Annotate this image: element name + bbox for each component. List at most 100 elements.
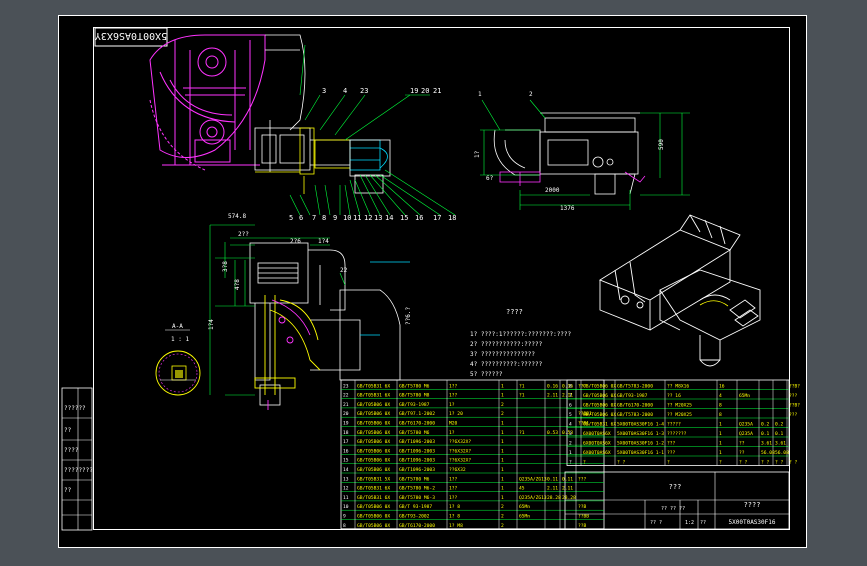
- table-cell: 0.53: [547, 430, 558, 436]
- table-cell: 1: [501, 467, 504, 473]
- table-cell: ???: [667, 450, 676, 456]
- table-cell: 1??: [449, 495, 458, 501]
- svg-text:2??: 2??: [238, 231, 249, 238]
- svg-text:7: 7: [312, 214, 316, 222]
- svg-text:21: 21: [433, 87, 441, 95]
- table-cell: GB/T05B06 0X: [583, 384, 616, 390]
- table-cell: GB/T05B06 0X: [357, 439, 390, 445]
- table-cell: GB/T5780 M6-3: [399, 495, 435, 501]
- table-cell: 6X00T0AS6X: [583, 431, 611, 437]
- table-cell: 12: [343, 486, 349, 492]
- table-cell: 0.11: [562, 476, 573, 482]
- svg-text:3?8: 3?8: [222, 261, 229, 272]
- note-line: 5? ??????: [470, 371, 503, 378]
- table-cell: 1: [501, 430, 504, 436]
- table-cell: GB/T05B31 6X: [357, 393, 390, 399]
- table-cell: ???: [789, 393, 798, 399]
- svg-text:13: 13: [374, 214, 382, 222]
- table-cell: 16: [719, 384, 725, 390]
- table-cell: 1: [501, 495, 504, 501]
- table-cell: ?? 16: [667, 393, 681, 399]
- table-cell: 65Mn: [519, 504, 530, 510]
- table-cell: GB/T6170-2000: [399, 421, 435, 427]
- table-cell: ??: [739, 441, 745, 447]
- table-cell: ??BB: [578, 514, 589, 520]
- table-cell: 5X00T0AS30F16 1-3: [617, 431, 664, 437]
- table-cell: 1? 20: [449, 411, 463, 417]
- table-cell: 2: [501, 523, 504, 529]
- table-cell: 0.1: [761, 431, 770, 437]
- table-cell: 1: [719, 441, 722, 447]
- table-cell: GB/T05B06 0X: [357, 402, 390, 408]
- table-cell: 0.11: [547, 476, 558, 482]
- table-cell: 13: [343, 476, 349, 482]
- table-cell: 1? 8: [449, 514, 460, 520]
- svg-text:17: 17: [433, 214, 441, 222]
- table-cell: 1?: [449, 402, 455, 408]
- table-cell: 65Mn: [519, 514, 530, 520]
- svg-text:2?6: 2?6: [290, 238, 301, 245]
- svg-text:18: 18: [448, 214, 456, 222]
- table-cell: ??B?: [789, 384, 800, 390]
- svg-text:20: 20: [421, 87, 429, 95]
- table-cell: 4: [719, 393, 722, 399]
- table-cell: GB/T05B06 0X: [357, 411, 390, 417]
- table-cell: GB/T05B06 0X: [583, 412, 616, 418]
- svg-text:590: 590: [658, 139, 665, 150]
- table-cell: ? ?: [761, 460, 770, 466]
- table-cell: 1??: [449, 486, 458, 492]
- table-cell: 2.11: [547, 393, 558, 399]
- table-cell: 2: [501, 514, 504, 520]
- table-cell: GB/T5780 M6: [399, 476, 430, 482]
- table-cell: 3: [569, 431, 572, 437]
- table-cell: 1: [719, 431, 722, 437]
- svg-text:10: 10: [343, 214, 351, 222]
- title-material: ????: [744, 501, 761, 509]
- table-cell: Q235A: [739, 422, 753, 428]
- table-cell: 1: [719, 422, 722, 428]
- table-cell: 2: [501, 504, 504, 510]
- table-cell: 2.11: [562, 486, 573, 492]
- table-cell: 1??: [449, 383, 458, 389]
- table-cell: GB/T05B31 6X: [357, 486, 390, 492]
- table-cell: 10: [343, 504, 349, 510]
- table-cell: ? ?: [775, 460, 784, 466]
- table-cell: 2: [501, 402, 504, 408]
- svg-text:574.8: 574.8: [228, 213, 246, 220]
- table-cell: GB/T1096-2003: [399, 439, 435, 445]
- margin-label: ??????: [64, 405, 86, 412]
- table-cell: ?1: [519, 430, 525, 436]
- table-cell: 19: [343, 421, 349, 427]
- table-cell: 8: [719, 403, 722, 409]
- svg-text:4?8: 4?8: [234, 279, 241, 290]
- svg-text:1?: 1?: [474, 150, 481, 158]
- svg-text:14: 14: [385, 214, 393, 222]
- table-cell: GB/T05B06 0X: [583, 403, 616, 409]
- table-cell: GB/T05B31 6X: [357, 383, 390, 389]
- table-cell: 1: [501, 486, 504, 492]
- svg-text:1?4: 1?4: [318, 238, 329, 245]
- table-cell: Q235A: [739, 431, 753, 437]
- table-cell: 1? M8: [449, 523, 463, 529]
- table-cell: 20: [343, 411, 349, 417]
- table-cell: 14: [343, 467, 349, 473]
- table-cell: 21: [343, 402, 349, 408]
- svg-text:?? ?? ??: ?? ?? ??: [661, 506, 685, 512]
- table-cell: GB/T05B06 0X: [357, 430, 390, 436]
- table-cell: 45: [519, 486, 525, 492]
- code-box-text: 5X00T0AS6X3Y: [95, 30, 167, 41]
- table-cell: 1: [719, 450, 722, 456]
- table-cell: GB/T5780 M6: [399, 430, 430, 436]
- table-cell: 5X00T0AS30F16 1-4: [617, 422, 664, 428]
- table-cell: GB/T05B31 6X: [357, 495, 390, 501]
- table-cell: M20: [449, 421, 458, 427]
- svg-text:2: 2: [529, 91, 533, 98]
- table-cell: 28.28: [547, 495, 561, 501]
- drawing-number: 5X00T0AS30F16: [729, 519, 776, 526]
- table-cell: 1??: [449, 476, 458, 482]
- table-cell: 9: [343, 514, 346, 520]
- table-cell: 1: [501, 439, 504, 445]
- table-cell: GB/T93-2002: [399, 514, 430, 520]
- margin-label: ????????: [64, 467, 93, 474]
- svg-text:?? ?: ?? ?: [650, 520, 662, 526]
